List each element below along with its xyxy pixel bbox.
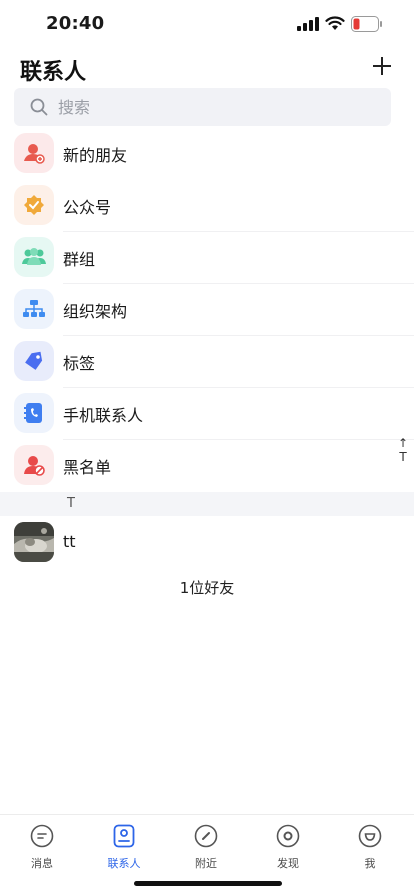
search-input[interactable] (58, 88, 378, 126)
signal-icon (297, 17, 319, 31)
contacts-icon (113, 824, 135, 848)
official-account-icon (14, 185, 54, 225)
tab-nearby[interactable]: 附近 (176, 821, 236, 873)
alphabet-index[interactable]: ↑ T (396, 436, 410, 464)
tab-label: 联系人 (107, 857, 141, 870)
menu-item-blacklist[interactable]: 黑名单 (0, 440, 414, 492)
me-icon (358, 824, 382, 848)
battery-low-icon (351, 16, 382, 32)
group-icon (14, 237, 54, 277)
status-time: 20:40 (46, 13, 105, 34)
menu-label: 标签 (63, 354, 96, 373)
discover-icon (276, 824, 300, 848)
search-bar[interactable] (14, 88, 391, 126)
menu-label: 手机联系人 (63, 406, 144, 425)
tab-label: 附近 (195, 857, 217, 870)
plus-icon[interactable] (370, 54, 394, 78)
header: 联系人 (0, 50, 414, 86)
menu-label: 黑名单 (63, 458, 112, 477)
tab-label: 发现 (277, 857, 299, 870)
message-icon (30, 824, 54, 848)
photo-avatar (14, 522, 54, 562)
phone-contacts-icon (14, 393, 54, 433)
search-icon (30, 98, 48, 116)
page-title: 联系人 (20, 60, 87, 85)
tab-label: 消息 (31, 857, 53, 870)
nearby-icon (194, 824, 218, 848)
menu-label: 组织架构 (63, 302, 128, 321)
scroll-top-arrow-icon[interactable]: ↑ (396, 436, 410, 450)
index-letter-t[interactable]: T (396, 450, 410, 464)
menu-label: 群组 (63, 250, 96, 269)
tab-discover[interactable]: 发现 (258, 821, 318, 873)
menu-item-new-friends[interactable]: 新的朋友 (0, 128, 414, 180)
status-bar: 20:40 (0, 0, 414, 48)
contact-menu: 新的朋友 公众号 群组 组织架构 标签 手机联系人 黑名单 (0, 128, 414, 492)
contact-row[interactable]: tt (0, 520, 414, 564)
wifi-icon (325, 16, 345, 30)
blacklist-icon (14, 445, 54, 485)
menu-item-tags[interactable]: 标签 (0, 336, 414, 388)
menu-item-official-accounts[interactable]: 公众号 (0, 180, 414, 232)
tab-label: 我 (364, 857, 376, 870)
contact-name: tt (63, 532, 76, 551)
menu-label: 新的朋友 (63, 146, 128, 165)
section-letter: T (67, 496, 75, 511)
menu-item-groups[interactable]: 群组 (0, 232, 414, 284)
home-indicator (134, 881, 282, 886)
tag-icon (14, 341, 54, 381)
menu-item-org-structure[interactable]: 组织架构 (0, 284, 414, 336)
menu-label: 公众号 (63, 198, 112, 217)
new-friend-icon (14, 133, 54, 173)
tab-contacts[interactable]: 联系人 (94, 821, 154, 873)
org-chart-icon (14, 289, 54, 329)
menu-item-phone-contacts[interactable]: 手机联系人 (0, 388, 414, 440)
section-header: T (0, 492, 414, 516)
friend-count: 1位好友 (179, 579, 235, 597)
tab-me[interactable]: 我 (340, 821, 400, 873)
tab-messages[interactable]: 消息 (12, 821, 72, 873)
